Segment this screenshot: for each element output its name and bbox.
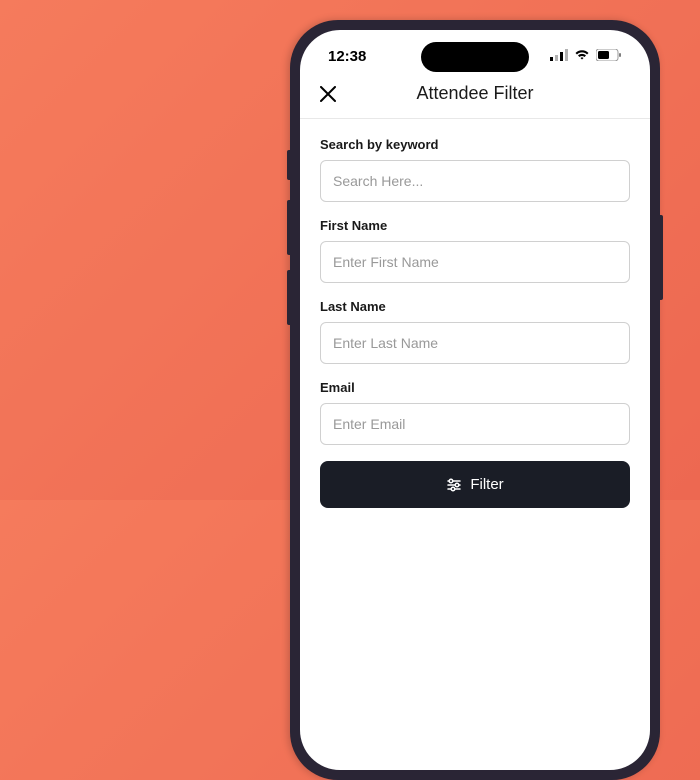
nav-header: Attendee Filter [300, 73, 650, 119]
lastname-input[interactable] [320, 322, 630, 364]
filter-button-label: Filter [470, 476, 503, 493]
dynamic-island [421, 42, 529, 72]
email-label: Email [320, 380, 630, 395]
filter-icon [446, 478, 462, 492]
phone-side-button [287, 150, 290, 180]
status-time: 12:38 [328, 48, 366, 65]
phone-power-button [660, 215, 663, 300]
battery-icon [596, 48, 622, 65]
status-icons [550, 48, 622, 65]
cellular-icon [550, 48, 568, 65]
form-content: Search by keyword First Name Last Name E… [300, 119, 650, 526]
filter-button[interactable]: Filter [320, 461, 630, 508]
close-button[interactable] [320, 86, 336, 102]
firstname-input[interactable] [320, 241, 630, 283]
phone-frame: 12:38 [290, 20, 660, 780]
phone-volume-up-button [287, 200, 290, 255]
phone-volume-down-button [287, 270, 290, 325]
form-group-email: Email [320, 380, 630, 445]
close-icon [320, 86, 336, 102]
phone-screen: 12:38 [300, 30, 650, 770]
lastname-label: Last Name [320, 299, 630, 314]
firstname-label: First Name [320, 218, 630, 233]
form-group-firstname: First Name [320, 218, 630, 283]
form-group-lastname: Last Name [320, 299, 630, 364]
page-title: Attendee Filter [320, 83, 630, 104]
email-input[interactable] [320, 403, 630, 445]
form-group-search: Search by keyword [320, 137, 630, 202]
search-input[interactable] [320, 160, 630, 202]
wifi-icon [574, 48, 590, 65]
search-label: Search by keyword [320, 137, 630, 152]
